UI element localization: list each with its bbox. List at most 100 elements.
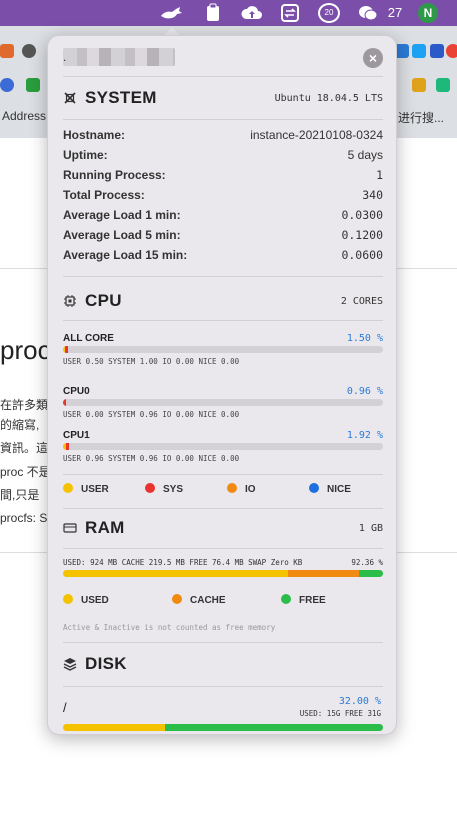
extension-icon[interactable]	[412, 78, 426, 92]
info-row-load-15: Average Load 15 min: 0.0600	[63, 248, 383, 266]
cpu-usage-bar	[63, 399, 383, 406]
extension-icon[interactable]	[26, 78, 40, 92]
disk-info: USED: 15G FREE 31G	[299, 709, 381, 718]
cpu-percent: 0.96 %	[346, 386, 383, 397]
text-fragment: procfs: S	[0, 511, 48, 525]
disk-section-header: DISK	[63, 654, 383, 676]
cpu-detail: USER 0.50 SYSTEM 1.00 IO 0.00 NICE 0.00	[63, 357, 240, 366]
info-row-running-process: Running Process: 1	[63, 168, 383, 186]
ram-used-fill	[63, 570, 288, 577]
info-value: instance-20210108-0324	[250, 128, 383, 142]
sync-icon[interactable]	[280, 3, 300, 23]
legend-cache: CACHE	[172, 593, 226, 609]
status-badge-icon[interactable]: 20	[318, 3, 340, 23]
notification-count[interactable]: 27	[383, 3, 407, 23]
cpu-usage-bar	[63, 443, 383, 450]
info-value: 1	[376, 168, 383, 182]
divider	[63, 76, 383, 77]
info-row-hostname: Hostname: instance-20210108-0324	[63, 128, 383, 146]
legend-nice: NICE	[309, 482, 351, 498]
system-icon	[64, 92, 76, 104]
extension-icon[interactable]	[436, 78, 450, 92]
page-heading-fragment: proc	[0, 335, 51, 365]
divider	[63, 548, 383, 549]
cpu-cores: 2 CORES	[340, 296, 383, 307]
cpu-percent: 1.50 %	[346, 333, 383, 344]
cpu-title: CPU	[85, 291, 122, 310]
apple-icon[interactable]	[22, 44, 36, 58]
info-row-load-1: Average Load 1 min: 0.0300	[63, 208, 383, 226]
cpu-detail: USER 0.00 SYSTEM 0.96 IO 0.00 NICE 0.00	[63, 410, 240, 419]
bookmark-icon[interactable]	[430, 44, 444, 58]
text-fragment: proc 不是	[0, 465, 51, 479]
legend-dot	[227, 483, 237, 493]
extension-icon[interactable]	[0, 78, 14, 92]
divider	[63, 508, 383, 509]
twitter-icon[interactable]	[412, 44, 426, 58]
cpu-name: ALL CORE	[63, 333, 114, 344]
info-value: 0.0600	[341, 248, 383, 262]
legend-user: USER	[63, 482, 109, 498]
cpu-detail: USER 0.96 SYSTEM 0.96 IO 0.00 NICE 0.00	[63, 454, 240, 463]
legend-dot	[145, 483, 155, 493]
os-version: Ubuntu 18.04.5 LTS	[274, 93, 383, 104]
legend-label: USER	[81, 484, 109, 495]
info-label: Hostname:	[63, 128, 126, 142]
info-label: Average Load 1 min:	[63, 208, 181, 222]
divider	[63, 474, 383, 475]
legend-dot	[281, 594, 291, 604]
bookmark-icon[interactable]	[0, 44, 14, 58]
close-button[interactable]: ×	[363, 48, 383, 68]
panel-title: .	[63, 50, 67, 64]
disk-percent: 32.00 %	[338, 696, 381, 707]
layers-icon	[63, 658, 77, 671]
info-row-load-5: Average Load 5 min: 0.1200	[63, 228, 383, 246]
disk-mount: /	[63, 700, 67, 715]
search-fragment: 进行搜...	[398, 111, 445, 125]
legend-label: SYS	[163, 484, 184, 495]
hostname-blurred	[63, 48, 175, 66]
cpu-usage-bar	[63, 346, 383, 353]
text-fragment: 的縮寫,	[0, 418, 40, 432]
divider	[63, 119, 383, 120]
cloud-upload-icon[interactable]	[240, 3, 264, 23]
divider	[63, 642, 383, 643]
n-app-icon[interactable]: N	[418, 3, 438, 23]
info-label: Average Load 15 min:	[63, 248, 188, 262]
cpu-sys-fill	[66, 443, 70, 450]
legend-label: NICE	[327, 484, 351, 495]
clipboard-icon[interactable]	[205, 3, 221, 23]
legend-io: IO	[227, 482, 256, 498]
info-value: 340	[362, 188, 383, 202]
cpu-core-1: CPU1 1.92 % USER 0.96 SYSTEM 0.96 IO 0.0…	[63, 430, 383, 466]
legend-used: USED	[63, 593, 109, 609]
text-fragment: 資訊。這	[0, 441, 49, 455]
menubar: 20 27 N	[0, 0, 457, 26]
cpu-core-0: CPU0 0.96 % USER 0.00 SYSTEM 0.96 IO 0.0…	[63, 386, 383, 422]
disk-free-fill	[165, 724, 383, 731]
address-fragment: Address	[2, 109, 47, 123]
info-label: Running Process:	[63, 168, 166, 182]
wechat-icon[interactable]	[357, 3, 379, 23]
ram-note: Active & Inactive is not counted as free…	[63, 623, 276, 632]
legend-label: IO	[245, 484, 256, 495]
cpu-section-header: CPU 2 CORES	[63, 291, 383, 313]
bookmark-icon[interactable]	[395, 44, 409, 58]
legend-label: USED	[81, 595, 109, 606]
legend-label: FREE	[299, 595, 326, 606]
text-fragment: 間,只是	[0, 488, 40, 502]
cpu-percent: 1.92 %	[346, 430, 383, 441]
ram-percent: 92.36 %	[351, 558, 383, 567]
text-fragment: 在許多類	[0, 398, 49, 412]
legend-free: FREE	[281, 593, 326, 609]
app-mascot-icon[interactable]	[158, 3, 184, 23]
badge-value: 20	[324, 8, 334, 17]
ram-legend: USED CACHE FREE	[63, 593, 383, 609]
cpu-all-core: ALL CORE 1.50 % USER 0.50 SYSTEM 1.00 IO…	[63, 333, 383, 369]
google-icon[interactable]	[446, 44, 457, 58]
divider	[63, 276, 383, 277]
system-section-header: SYSTEM Ubuntu 18.04.5 LTS	[63, 88, 383, 110]
system-title: SYSTEM	[85, 88, 157, 107]
ram-summary-line: USED: 924 MB CACHE 219.5 MB FREE 76.4 MB…	[63, 558, 383, 570]
ram-free-fill	[358, 570, 383, 577]
